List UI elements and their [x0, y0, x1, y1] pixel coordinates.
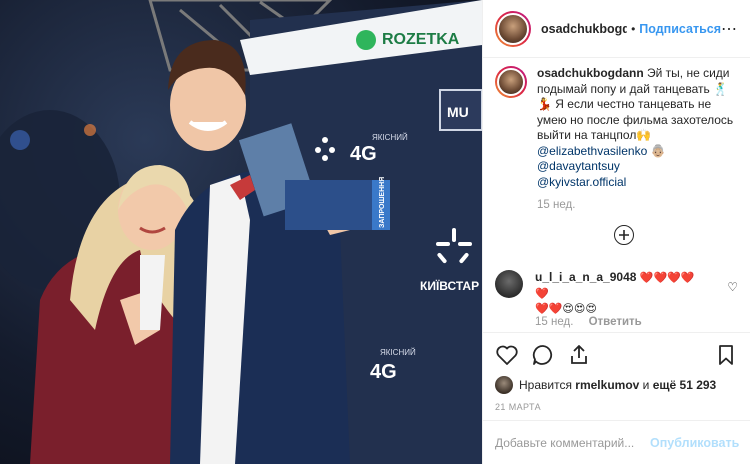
likes-count[interactable]: ещё 51 293 — [653, 378, 717, 392]
likes-row: Нравится rmelkumov и ещё 51 293 — [495, 376, 738, 394]
svg-text:ЯКІСНИЙ: ЯКІСНИЙ — [372, 133, 408, 142]
comment-meta: 15 нед. Ответить — [535, 316, 642, 328]
caption-username[interactable]: osadchukbogdann — [537, 66, 644, 80]
plus-circle-icon[interactable] — [614, 225, 634, 245]
mention-link[interactable]: @elizabethvasilenko 👵🏼 — [537, 144, 738, 160]
likes-and: и — [642, 378, 650, 392]
author-avatar[interactable] — [497, 12, 529, 45]
comment-input[interactable] — [495, 435, 650, 450]
ticket-label: ЗАПРОШЕННЯ — [379, 177, 386, 228]
comment-like-heart-icon[interactable]: ♡ — [727, 280, 738, 294]
comment-icon[interactable] — [531, 343, 555, 367]
post-photo-illustration: ROZETKA MU ЯКІСНИЙ 4G КИЇВСТАР ЯКІСНИЙ 4… — [0, 0, 482, 464]
post-date[interactable]: 21 МАРТА — [495, 402, 541, 412]
add-comment-bar: Опубликовать — [483, 420, 750, 464]
commenter-avatar[interactable] — [495, 270, 523, 298]
bookmark-icon[interactable] — [714, 343, 738, 367]
rozetka-logo-icon — [356, 30, 376, 50]
mention-link[interactable]: @davaytantsuy — [537, 159, 738, 175]
caption-timestamp: 15 нед. — [537, 198, 738, 214]
follow-button[interactable]: Подписаться — [639, 22, 721, 36]
author-avatar-ring[interactable] — [495, 10, 531, 47]
heart-icon[interactable] — [495, 343, 519, 367]
rozetka-text: ROZETKA — [382, 31, 460, 48]
caption-time[interactable]: 15 нед. — [537, 199, 575, 211]
liker-avatar[interactable] — [495, 376, 513, 394]
share-icon[interactable] — [567, 343, 591, 367]
post-header: osadchukbogdar • Подписаться ⋯ — [483, 0, 750, 58]
mention-link[interactable]: @kyivstar.official — [537, 175, 738, 191]
header-separator-dot: • — [631, 21, 636, 36]
comment-body: u_l_i_a_n_a_9048 ❤️❤️❤️❤️❤️ ❤️❤️😍😍😍 — [535, 270, 705, 317]
mu-sign-text: MU — [447, 104, 469, 120]
kyivstar-text: КИЇВСТАР — [420, 278, 479, 293]
commenter-username[interactable]: u_l_i_a_n_a_9048 — [535, 270, 636, 284]
publish-button[interactable]: Опубликовать — [650, 436, 739, 450]
comment-text-line2: ❤️❤️😍😍😍 — [535, 302, 597, 315]
caption-avatar-ring[interactable] — [495, 66, 527, 98]
author-username[interactable]: osadchukbogdar — [541, 22, 627, 36]
svg-text:ЯКІСНИЙ: ЯКІСНИЙ — [380, 348, 416, 357]
comment-time[interactable]: 15 нед. — [535, 316, 573, 328]
likes-prefix: Нравится — [519, 378, 572, 392]
caption-comment: osadchukbogdann Эй ты, не сиди подымай п… — [495, 66, 738, 214]
svg-text:4G: 4G — [350, 143, 377, 165]
post-photo[interactable]: ROZETKA MU ЯКІСНИЙ 4G КИЇВСТАР ЯКІСНИЙ 4… — [0, 0, 482, 464]
caption-avatar[interactable] — [497, 68, 525, 96]
liker-username[interactable]: rmelkumov — [575, 378, 639, 392]
comment-row: u_l_i_a_n_a_9048 ❤️❤️❤️❤️❤️ ❤️❤️😍😍😍 — [495, 270, 738, 317]
caption-block: osadchukbogdann Эй ты, не сиди подымай п… — [495, 66, 738, 214]
caption-body: osadchukbogdann Эй ты, не сиди подымай п… — [537, 66, 738, 214]
svg-text:4G: 4G — [370, 361, 397, 383]
more-horizontal-icon[interactable]: ⋯ — [721, 19, 738, 39]
post-side-panel: osadchukbogdar • Подписаться ⋯ osadchukb… — [482, 0, 750, 464]
post-actions-bar — [483, 332, 750, 376]
reply-button[interactable]: Ответить — [589, 316, 642, 328]
